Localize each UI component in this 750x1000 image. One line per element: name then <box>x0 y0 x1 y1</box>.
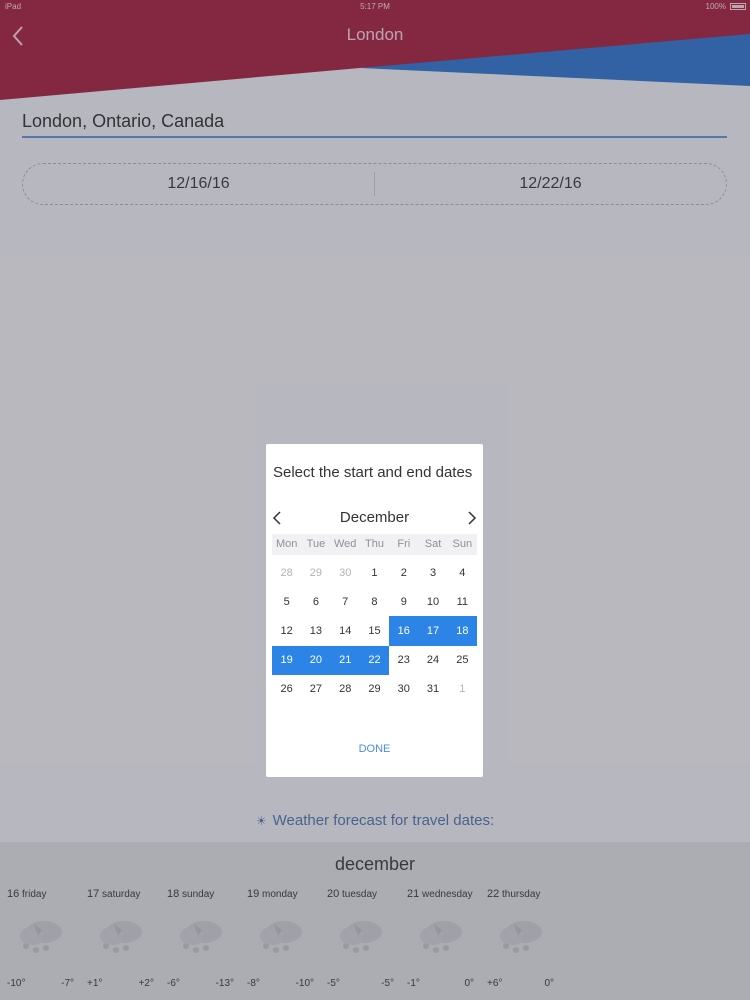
calendar-day[interactable]: 1 <box>448 675 477 704</box>
date-picker-dialog: Select the start and end dates December … <box>266 444 483 777</box>
calendar-day[interactable]: 27 <box>301 675 330 704</box>
chevron-right-icon <box>468 511 477 525</box>
calendar-week: 5 6 7 8 9 10 11 <box>272 587 477 616</box>
calendar-day[interactable]: 15 <box>360 616 389 645</box>
calendar-day[interactable]: 23 <box>389 646 418 675</box>
calendar-day[interactable]: 24 <box>418 646 447 675</box>
calendar-day[interactable]: 30 <box>389 675 418 704</box>
weekday-label: Sun <box>452 538 473 550</box>
next-month-button[interactable] <box>463 509 481 527</box>
calendar-day[interactable]: 31 <box>418 675 447 704</box>
calendar-day[interactable]: 1 <box>360 558 389 587</box>
calendar-day[interactable]: 11 <box>448 587 477 616</box>
calendar-day[interactable]: 8 <box>360 587 389 616</box>
month-navigation: December <box>266 506 483 530</box>
calendar-day-selected[interactable]: 16 <box>389 616 419 646</box>
weekday-label: Mon <box>275 538 298 550</box>
calendar-week: 28 29 30 1 2 3 4 <box>272 558 477 587</box>
calendar-day[interactable]: 6 <box>301 587 330 616</box>
weekday-label: Tue <box>306 538 326 550</box>
calendar-day-selected[interactable]: 19 <box>272 645 302 675</box>
calendar-day-selected[interactable]: 22 <box>359 645 390 675</box>
calendar-day-selected[interactable]: 18 <box>447 616 477 646</box>
calendar-day[interactable]: 26 <box>272 675 301 704</box>
calendar-day-selected[interactable]: 21 <box>330 645 360 675</box>
calendar-day[interactable]: 12 <box>272 616 301 645</box>
weekday-label: Fri <box>397 538 411 550</box>
calendar-month: December <box>339 509 410 526</box>
calendar-day[interactable]: 28 <box>331 675 360 704</box>
calendar-day[interactable]: 10 <box>418 587 447 616</box>
done-button[interactable]: DONE <box>266 743 483 755</box>
calendar-week: 12 13 14 15 16 17 18 <box>272 616 477 646</box>
calendar-week: 19 20 21 22 23 24 25 <box>272 645 477 675</box>
dialog-title: Select the start and end dates <box>273 464 473 481</box>
calendar-day-selected[interactable]: 20 <box>301 645 331 675</box>
weekday-label: Wed <box>333 538 357 550</box>
calendar-day[interactable]: 4 <box>448 558 477 587</box>
calendar-week: 26 27 28 29 30 31 1 <box>272 675 477 704</box>
calendar-day[interactable]: 28 <box>272 558 301 587</box>
weekday-label: Thu <box>365 538 384 550</box>
calendar-grid: 28 29 30 1 2 3 4 5 6 7 8 9 10 11 12 13 14 15 16 17 18 19 20 21 2… <box>272 558 477 704</box>
calendar-day[interactable]: 5 <box>272 587 301 616</box>
calendar-day[interactable]: 29 <box>301 558 330 587</box>
weekday-label: Sat <box>424 538 442 550</box>
calendar-day[interactable]: 9 <box>389 587 418 616</box>
calendar-day[interactable]: 30 <box>331 558 360 587</box>
calendar-day[interactable]: 7 <box>331 587 360 616</box>
calendar-day[interactable]: 2 <box>389 558 418 587</box>
calendar-day[interactable]: 3 <box>418 558 447 587</box>
calendar-day[interactable]: 29 <box>360 675 389 704</box>
calendar-day-selected[interactable]: 17 <box>418 616 448 646</box>
calendar-day[interactable]: 14 <box>331 616 360 645</box>
calendar-day[interactable]: 25 <box>448 646 477 675</box>
calendar-day[interactable]: 13 <box>301 616 330 645</box>
weekday-header: Mon Tue Wed Thu Fri Sat Sun <box>272 534 477 555</box>
